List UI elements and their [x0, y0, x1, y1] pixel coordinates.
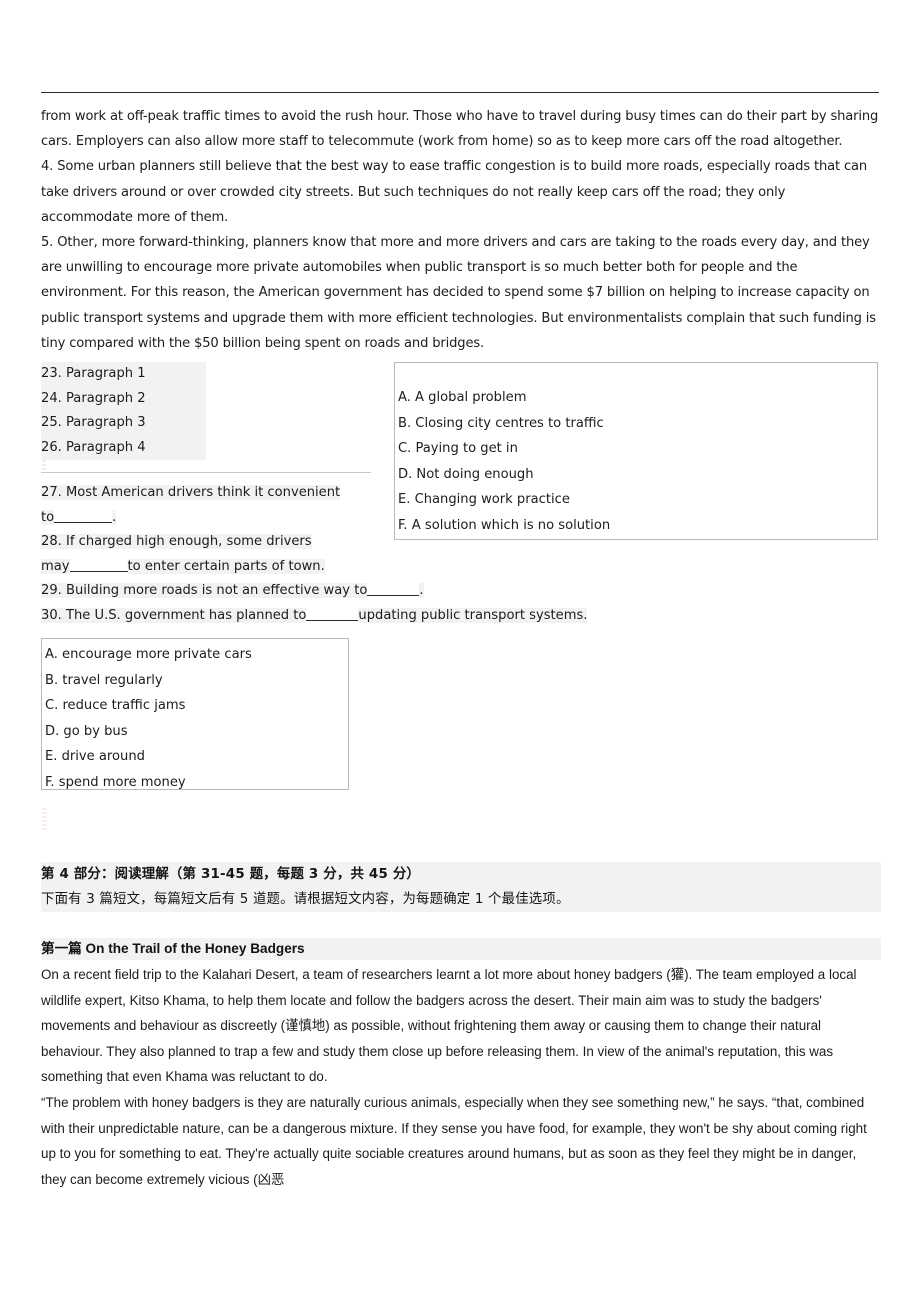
- upper-passage-block: from work at off-peak traffic times to a…: [41, 104, 879, 356]
- option-e: E. drive around: [45, 749, 145, 764]
- scan-artifact: [42, 460, 46, 472]
- option-f: F. spend more money: [45, 774, 186, 790]
- list-item: 26. Paragraph 4: [41, 435, 206, 461]
- question-30: 30. The U.S. government has planned to up…: [41, 607, 588, 623]
- part-4-header: 第 4 部分：阅读理解（第 31-45 题，每题 3 分，共 45 分） 下面有…: [41, 862, 881, 912]
- list-item: 23. Paragraph 1: [41, 362, 206, 387]
- option-b: B. Closing city centres to traffic: [398, 415, 604, 431]
- option-a: A. A global problem: [398, 390, 527, 405]
- answer-blank-27[interactable]: [54, 521, 113, 523]
- answer-blank-28[interactable]: [69, 570, 128, 572]
- matching-block-separator: [41, 472, 371, 473]
- paragraph-5: 5. Other, more forward-thinking, planner…: [41, 235, 876, 351]
- option-c: C. Paying to get in: [398, 441, 518, 456]
- matching-questions-list: 23. Paragraph 1 24. Paragraph 2 25. Para…: [41, 362, 371, 461]
- completion-options-box: A. encourage more private cars B. travel…: [41, 638, 349, 790]
- completion-questions-block: 27. Most American drivers think it conve…: [41, 481, 881, 629]
- question-27-line1: 27. Most American drivers think it conve…: [41, 485, 341, 500]
- question-28-line2: may to enter certain parts of town.: [41, 558, 325, 574]
- top-horizontal-rule: [41, 92, 879, 93]
- option-d: D. go by bus: [45, 723, 128, 739]
- paragraph-continued: from work at off-peak traffic times to a…: [41, 109, 879, 150]
- list-item: 24. Paragraph 2: [41, 386, 206, 412]
- passage-paragraph-2: “The problem with honey badgers is they …: [41, 1094, 867, 1187]
- page-title: 第一篇 On the Trail of the Honey Badgers: [41, 938, 881, 960]
- part-title: 第 4 部分：阅读理解（第 31-45 题，每题 3 分，共 45 分）: [41, 862, 881, 887]
- list-item: 25. Paragraph 3: [41, 411, 206, 436]
- document-page: from work at off-peak traffic times to a…: [0, 0, 920, 1302]
- scan-artifact: [42, 808, 47, 832]
- question-29: 29. Building more roads is not an effect…: [41, 583, 424, 599]
- honey-badgers-passage: On a recent field trip to the Kalahari D…: [41, 962, 883, 1192]
- answer-blank-29[interactable]: [367, 595, 420, 597]
- paragraph-4: 4. Some urban planners still believe tha…: [41, 159, 868, 225]
- option-c: C. reduce traffic jams: [45, 698, 186, 713]
- option-a: A. encourage more private cars: [45, 647, 252, 662]
- question-27-line2: to.: [41, 509, 117, 525]
- answer-blank-30[interactable]: [306, 619, 359, 621]
- question-28-line1: 28. If charged high enough, some drivers: [41, 534, 312, 550]
- option-b: B. travel regularly: [45, 672, 163, 688]
- passage-paragraph-1: On a recent field trip to the Kalahari D…: [41, 967, 857, 1085]
- part-instructions: 下面有 3 篇短文，每篇短文后有 5 道题。请根据短文内容，为每题确定 1 个最…: [41, 887, 881, 912]
